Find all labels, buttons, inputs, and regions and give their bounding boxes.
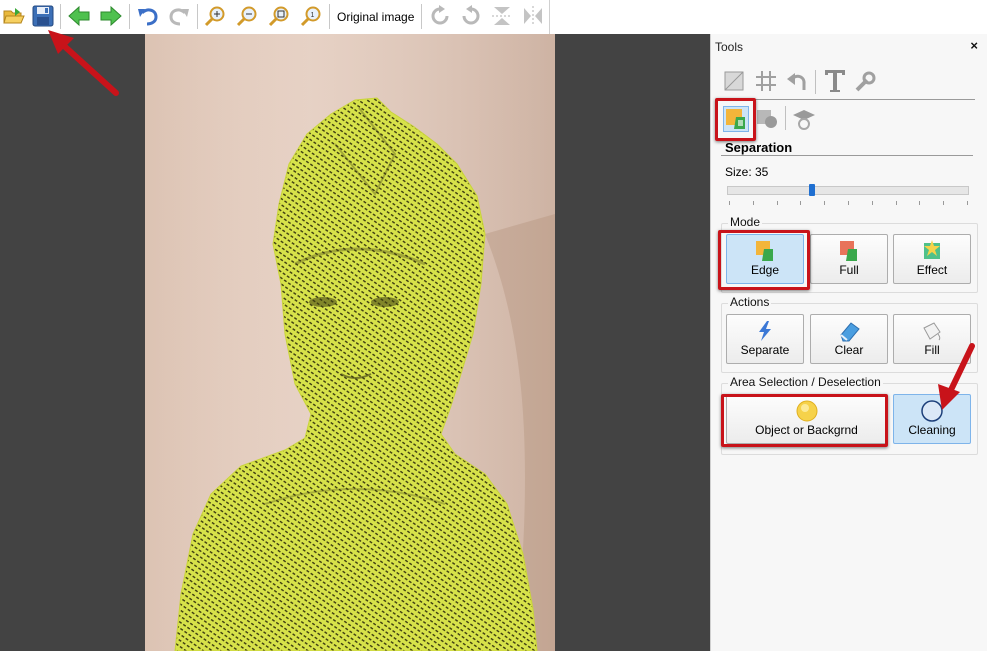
arrow-to-save-icon bbox=[48, 30, 119, 96]
arrow-to-cleaning-button bbox=[938, 343, 975, 410]
annotation-arrows bbox=[48, 30, 975, 410]
